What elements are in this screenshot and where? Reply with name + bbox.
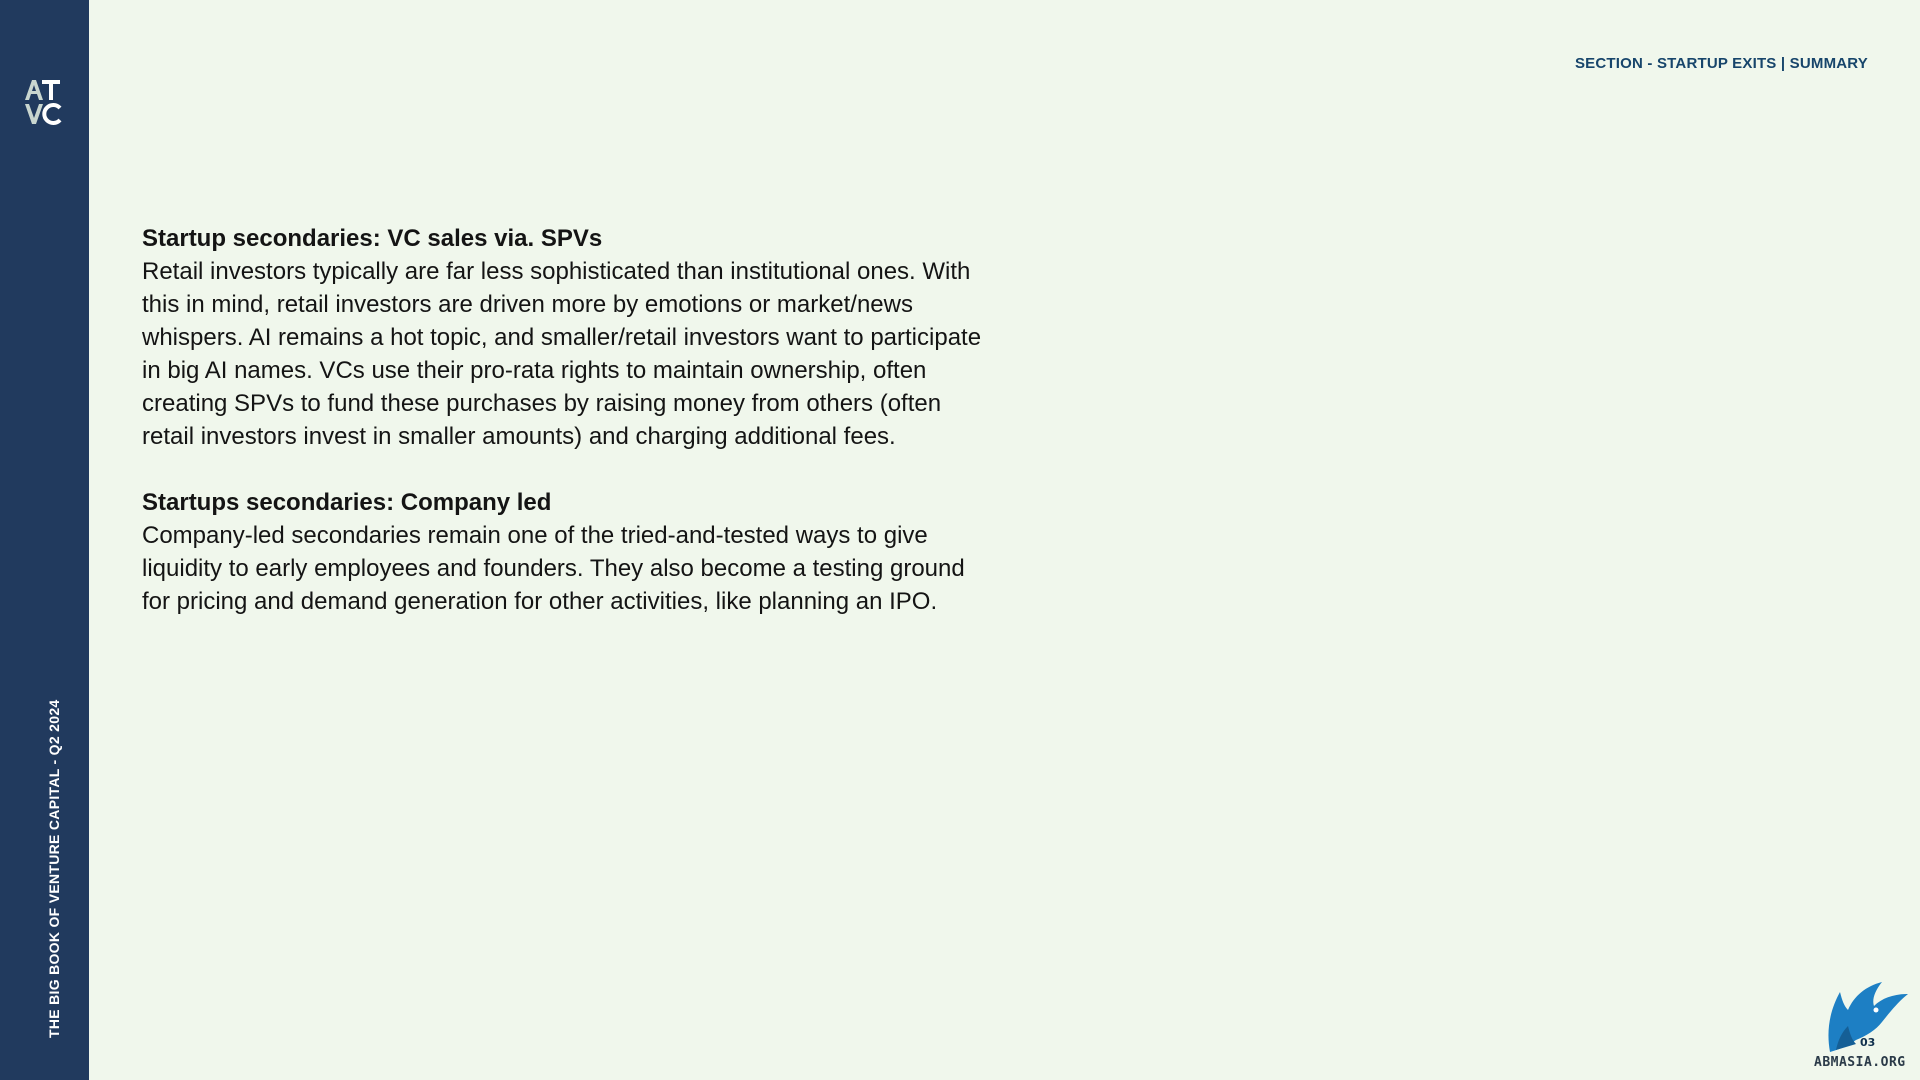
bird-icon: 03: [1828, 982, 1908, 1052]
watermark-logo: 03 ABMASIA.ORG: [1808, 970, 1918, 1070]
section-heading: Startup secondaries: VC sales via. SPVs: [142, 225, 603, 252]
section-heading: Startups secondaries: Company led: [142, 489, 552, 516]
section-body: Company-led secondaries remain one of th…: [142, 522, 965, 615]
summary-content: Startup secondaries: VC sales via. SPVs …: [142, 222, 1002, 618]
section-company-led: Startups secondaries: Company led Compan…: [142, 486, 1002, 618]
publication-title: THE BIG BOOK OF VENTURE CAPITAL - Q2 202…: [46, 699, 62, 1039]
section-body: Retail investors typically are far less …: [142, 258, 982, 450]
sidebar: THE BIG BOOK OF VENTURE CAPITAL - Q2 202…: [0, 0, 89, 1080]
atvc-logo: [25, 80, 62, 125]
section-breadcrumb: SECTION - STARTUP EXITS | SUMMARY: [1574, 55, 1868, 72]
watermark-text: ABMASIA.ORG: [1814, 1055, 1906, 1070]
watermark-badge: 03: [1860, 1036, 1875, 1049]
slide-page: THE BIG BOOK OF VENTURE CAPITAL - Q2 202…: [0, 0, 1920, 1080]
section-vc-sales-spvs: Startup secondaries: VC sales via. SPVs …: [142, 222, 1002, 453]
